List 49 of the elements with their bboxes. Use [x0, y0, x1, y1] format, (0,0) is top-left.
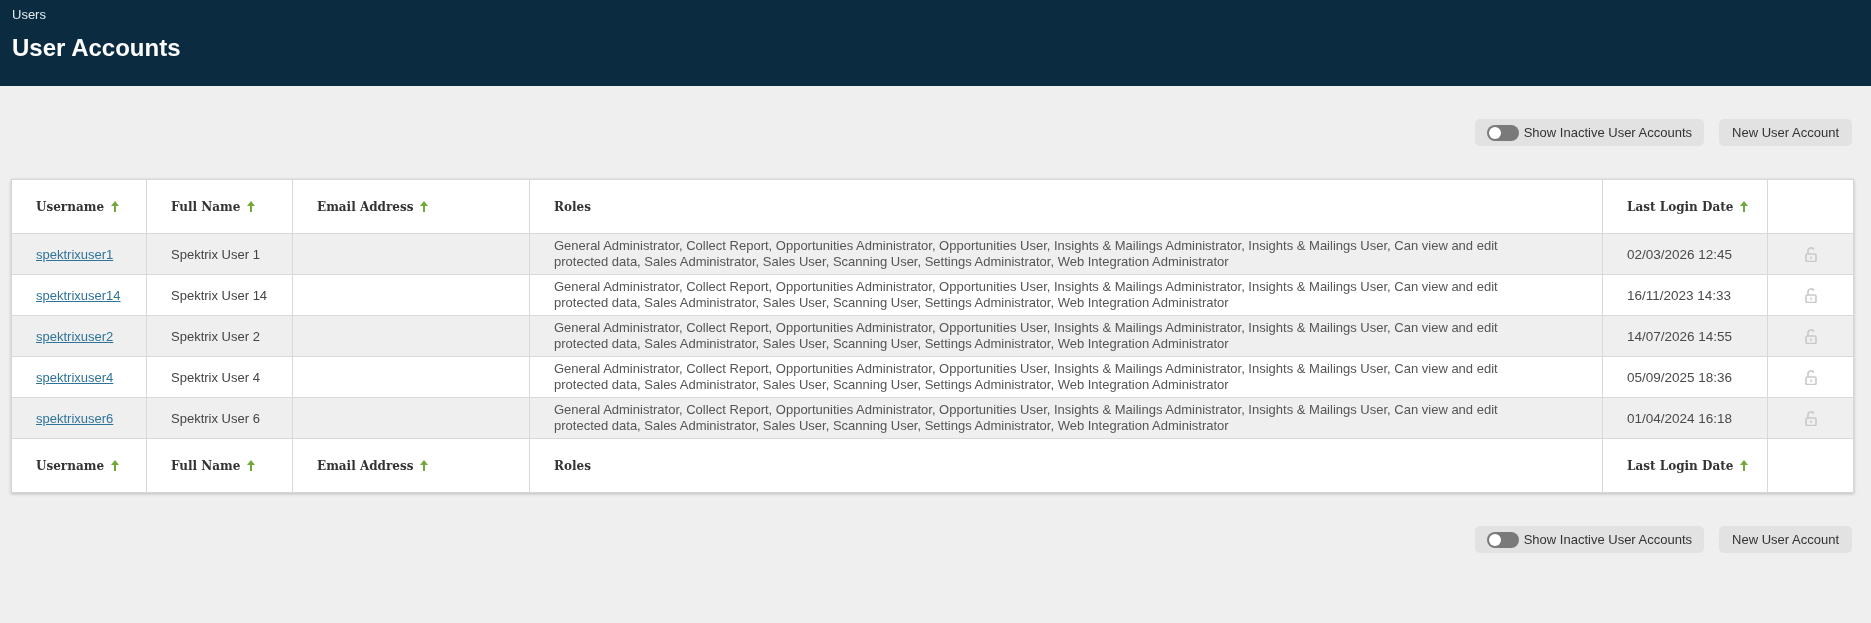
roles-text: General Administrator, Collect Report, Opportunities Administrator, Opportunities User, Insights & Mailings Administrator, Insights & Mailings User, Can view and edit protected data, Sales Administrator, Sales User, Scanning User, Settings Administrator, Web Integration Administrator [554, 238, 1499, 270]
last-login-date: 05/09/2025 18:36 [1627, 370, 1733, 385]
sort-column-header[interactable]: Username [36, 199, 119, 214]
toggle-switch[interactable] [1486, 124, 1519, 141]
full-name-text: Spektrix User 1 [171, 247, 260, 262]
username-link[interactable]: spektrixuser1 [36, 247, 114, 262]
toggle-switch[interactable] [1486, 531, 1519, 548]
sort-arrow-icon [247, 460, 256, 471]
unlocked-padlock-icon[interactable] [1804, 328, 1817, 344]
breadcrumb: Users [12, 6, 46, 24]
unlocked-padlock-icon[interactable] [1804, 369, 1817, 385]
username-link[interactable]: spektrixuser4 [36, 370, 114, 385]
sort-column-header[interactable]: Email Address [317, 199, 429, 214]
last-login-date: 16/11/2023 14:33 [1627, 288, 1732, 303]
username-link[interactable]: spektrixuser2 [36, 329, 114, 344]
username-link[interactable]: spektrixuser6 [36, 411, 114, 426]
last-login-date: 01/04/2024 16:18 [1627, 411, 1733, 426]
sort-arrow-icon [111, 460, 119, 471]
roles-text: General Administrator, Collect Report, Opportunities Administrator, Opportunities User, Insights & Mailings Administrator, Insights & Mailings User, Can view and edit protected data, Sales Administrator, Sales User, Scanning User, Settings Administrator, Web Integration Administrator [554, 279, 1499, 311]
page-title: User Accounts [12, 34, 181, 62]
unlocked-padlock-icon[interactable] [1804, 246, 1817, 262]
sort-column-header[interactable]: Last Login Date [1627, 458, 1749, 473]
username-link[interactable]: spektrixuser14 [36, 288, 121, 303]
last-login-date: 02/03/2026 12:45 [1627, 247, 1733, 262]
column-header: Roles [554, 458, 591, 473]
full-name-text: Spektrix User 6 [171, 411, 260, 426]
sort-column-header[interactable]: Username [36, 458, 119, 473]
roles-text: General Administrator, Collect Report, Opportunities Administrator, Opportunities User, Insights & Mailings Administrator, Insights & Mailings User, Can view and edit protected data, Sales Administrator, Sales User, Scanning User, Settings Administrator, Web Integration Administrator [554, 402, 1499, 434]
new-user-account-button[interactable]: New User Account [1719, 526, 1852, 553]
sort-arrow-icon [247, 201, 256, 212]
sort-arrow-icon [420, 201, 429, 212]
last-login-date: 14/07/2026 14:55 [1627, 329, 1733, 344]
sort-arrow-icon [1740, 201, 1749, 212]
column-header: Roles [554, 199, 591, 214]
sort-column-header[interactable]: Full Name [171, 199, 256, 214]
sort-arrow-icon [420, 460, 429, 471]
unlocked-padlock-icon[interactable] [1804, 287, 1817, 303]
full-name-text: Spektrix User 14 [171, 288, 268, 303]
sort-column-header[interactable]: Last Login Date [1627, 199, 1749, 214]
full-name-text: Spektrix User 2 [171, 329, 260, 344]
sort-arrow-icon [1740, 460, 1749, 471]
sort-arrow-icon [111, 201, 119, 212]
full-name-text: Spektrix User 4 [171, 370, 260, 385]
sort-column-header[interactable]: Full Name [171, 458, 256, 473]
new-user-account-button[interactable]: New User Account [1719, 119, 1852, 146]
sort-column-header[interactable]: Email Address [317, 458, 429, 473]
roles-text: General Administrator, Collect Report, Opportunities Administrator, Opportunities User, Insights & Mailings Administrator, Insights & Mailings User, Can view and edit protected data, Sales Administrator, Sales User, Scanning User, Settings Administrator, Web Integration Administrator [554, 361, 1499, 393]
unlocked-padlock-icon[interactable] [1804, 410, 1817, 426]
roles-text: General Administrator, Collect Report, Opportunities Administrator, Opportunities User, Insights & Mailings Administrator, Insights & Mailings User, Can view and edit protected data, Sales Administrator, Sales User, Scanning User, Settings Administrator, Web Integration Administrator [554, 320, 1499, 352]
